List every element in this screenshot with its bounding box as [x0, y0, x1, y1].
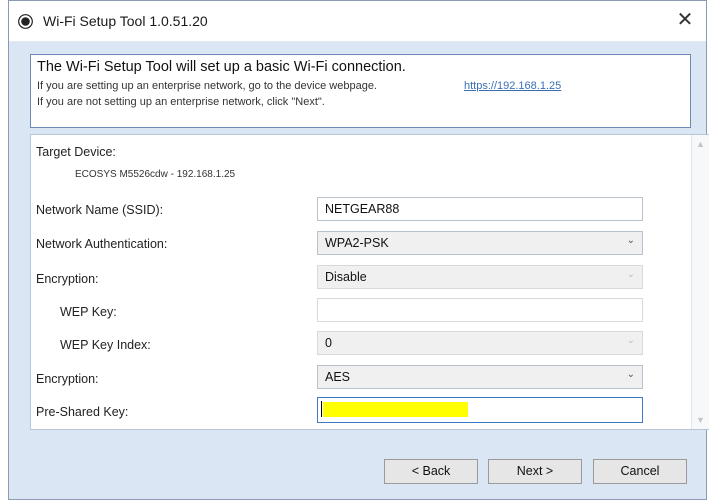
chevron-down-icon: ⌄	[626, 369, 635, 380]
chevron-down-icon: ⌄	[626, 335, 635, 346]
text-cursor	[321, 401, 322, 417]
target-device-label: Target Device:	[36, 145, 116, 159]
ssid-label: Network Name (SSID):	[36, 203, 164, 217]
cancel-button[interactable]: Cancel	[593, 459, 687, 484]
chevron-down-icon: ⌄	[626, 269, 635, 280]
auth-value: WPA2-PSK	[325, 236, 389, 250]
back-button[interactable]: < Back	[384, 459, 478, 484]
app-logo-icon	[18, 14, 33, 29]
close-icon[interactable]: ✕	[674, 9, 696, 31]
psk-label: Pre-Shared Key:	[36, 405, 129, 419]
scroll-down-icon[interactable]: ▼	[696, 415, 705, 425]
next-button[interactable]: Next >	[488, 459, 582, 484]
encryption-value-2: AES	[325, 370, 351, 384]
device-webpage-link[interactable]: https://192.168.1.25	[464, 80, 561, 92]
panel-scrollbar[interactable]: ▲ ▼	[691, 135, 709, 429]
target-device-value: ECOSYS M5526cdw - 192.168.1.25	[75, 169, 236, 180]
encryption-select[interactable]: AES ⌄	[317, 365, 643, 389]
info-box: The Wi-Fi Setup Tool will set up a basic…	[30, 54, 691, 128]
encryption-label: Encryption:	[36, 272, 99, 286]
wep-key-index-label: WEP Key Index:	[60, 338, 151, 352]
wep-key-index-value: 0	[325, 336, 332, 350]
chevron-down-icon: ⌄	[626, 235, 635, 246]
encryption-select-disabled: Disable ⌄	[317, 265, 643, 289]
wep-key-input	[317, 298, 643, 322]
title-bar: Wi-Fi Setup Tool 1.0.51.20 ✕	[9, 1, 706, 42]
psk-input[interactable]	[317, 397, 643, 423]
redaction-highlight	[323, 402, 468, 417]
encryption-value: Disable	[325, 270, 367, 284]
ssid-value: NETGEAR88	[325, 202, 400, 216]
encryption-label-2: Encryption:	[36, 372, 99, 386]
window-title: Wi-Fi Setup Tool 1.0.51.20	[43, 13, 208, 29]
auth-select[interactable]: WPA2-PSK ⌄	[317, 231, 643, 255]
wep-key-label: WEP Key:	[60, 305, 117, 319]
wep-key-index-select: 0 ⌄	[317, 331, 643, 355]
auth-label: Network Authentication:	[36, 237, 168, 251]
enterprise-instruction: If you are setting up an enterprise netw…	[37, 80, 377, 92]
info-heading: The Wi-Fi Setup Tool will set up a basic…	[37, 59, 406, 75]
next-instruction: If you are not setting up an enterprise …	[37, 96, 325, 108]
ssid-input[interactable]: NETGEAR88	[317, 197, 643, 221]
settings-panel: Target Device: ECOSYS M5526cdw - 192.168…	[30, 134, 709, 430]
setup-window: Wi-Fi Setup Tool 1.0.51.20 ✕ The Wi-Fi S…	[8, 0, 709, 500]
scroll-up-icon[interactable]: ▲	[696, 139, 705, 149]
